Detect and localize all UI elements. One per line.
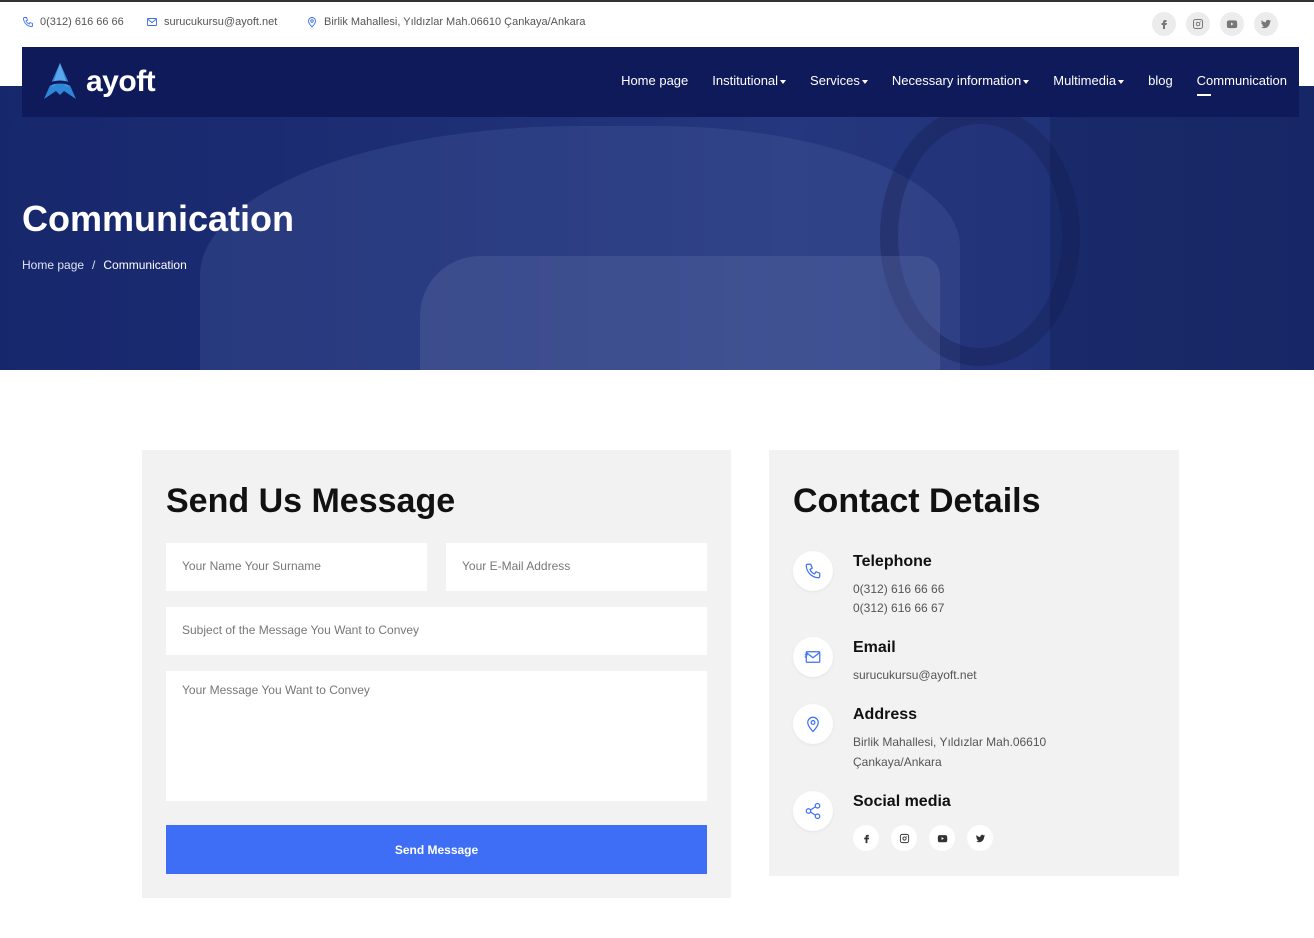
caret-down-icon <box>1118 79 1125 84</box>
topbar-social-links <box>1152 12 1278 36</box>
email-input[interactable]: Your E-Mail Address <box>446 543 707 591</box>
main-navbar: ayoft Home page Institutional Services N… <box>22 47 1299 117</box>
message-textarea-placeholder: Your Message You Want to Convey <box>182 683 370 697</box>
telephone-line-2[interactable]: 0(312) 616 66 67 <box>853 599 944 619</box>
breadcrumb-current: Communication <box>103 258 187 272</box>
email-label: Email <box>853 639 896 656</box>
caret-down-icon <box>780 79 787 84</box>
menu-item-label: Services <box>810 73 860 88</box>
caret-down-icon <box>861 79 868 84</box>
address-line-1: Birlik Mahallesi, Yıldızlar Mah.06610 <box>853 735 1047 749</box>
twitter-icon[interactable] <box>1254 12 1278 36</box>
topbar-phone-text: 0(312) 616 66 66 <box>40 16 124 28</box>
menu-item-label: Home page <box>621 73 689 88</box>
subject-input-placeholder: Subject of the Message You Want to Conve… <box>182 623 420 637</box>
contact-social-links <box>853 825 993 851</box>
location-pin-icon <box>793 704 833 744</box>
menu-item-label: Institutional <box>712 73 779 88</box>
share-icon <box>793 791 833 831</box>
breadcrumb-separator: / <box>92 258 96 272</box>
page-title: Communication <box>22 198 295 239</box>
twitter-icon[interactable] <box>967 825 993 851</box>
phone-icon <box>793 551 833 591</box>
contact-title: Contact Details <box>793 482 1041 520</box>
top-bar: 0(312) 616 66 66 surucukursu@ayoft.net B… <box>0 2 1314 46</box>
topbar-address-text: Birlik Mahallesi, Yıldızlar Mah.06610 Ça… <box>324 16 586 28</box>
main-menu: Home page Institutional Services Necessa… <box>597 73 1287 96</box>
mail-icon <box>793 637 833 677</box>
site-logo[interactable]: ayoft <box>38 61 156 103</box>
telephone-line-1[interactable]: 0(312) 616 66 66 <box>853 580 944 600</box>
menu-item-label: Communication <box>1196 73 1287 88</box>
menu-item-services[interactable]: Services <box>810 73 868 88</box>
logo-text: ayoft <box>86 65 156 98</box>
caret-down-icon <box>1023 79 1030 84</box>
form-title: Send Us Message <box>166 482 456 520</box>
breadcrumb-home-link[interactable]: Home page <box>22 258 84 272</box>
phone-icon <box>23 17 33 27</box>
topbar-email-text: surucukursu@ayoft.net <box>164 16 278 28</box>
send-message-label: Send Message <box>394 842 479 857</box>
subject-input[interactable]: Subject of the Message You Want to Conve… <box>166 607 707 655</box>
topbar-email[interactable]: surucukursu@ayoft.net <box>146 16 277 28</box>
menu-item-necessary-information[interactable]: Necessary information <box>891 73 1030 88</box>
youtube-icon[interactable] <box>1220 12 1244 36</box>
menu-item-label: Necessary information <box>891 73 1022 88</box>
address-label: Address <box>853 706 918 723</box>
topbar-address: Birlik Mahallesi, Yıldızlar Mah.06610 Ça… <box>306 16 585 28</box>
send-message-button[interactable]: Send Message <box>166 825 707 874</box>
address-line-2: Çankaya/Ankara <box>853 755 942 769</box>
breadcrumb: Home page / Communication <box>22 258 187 272</box>
name-input[interactable]: Your Name Your Surname <box>166 543 427 591</box>
email-input-placeholder: Your E-Mail Address <box>462 559 571 573</box>
instagram-icon[interactable] <box>1186 12 1210 36</box>
menu-item-home[interactable]: Home page <box>621 73 688 88</box>
name-input-placeholder: Your Name Your Surname <box>182 559 321 573</box>
location-pin-icon <box>308 17 316 28</box>
facebook-icon[interactable] <box>853 825 879 851</box>
menu-item-blog[interactable]: blog <box>1148 73 1173 88</box>
social-media-label: Social media <box>853 793 951 810</box>
contact-details-card: Contact Details Telephone 0(312) 616 66 … <box>769 450 1179 876</box>
facebook-icon[interactable] <box>1152 12 1176 36</box>
menu-item-communication[interactable]: Communication <box>1196 73 1287 96</box>
topbar-phone[interactable]: 0(312) 616 66 66 <box>22 16 124 28</box>
mail-icon <box>147 18 157 26</box>
page-hero-banner: Communication Home page / Communication <box>0 86 1314 370</box>
menu-item-multimedia[interactable]: Multimedia <box>1053 73 1125 88</box>
telephone-label: Telephone <box>853 553 932 570</box>
message-textarea[interactable]: Your Message You Want to Convey <box>166 671 707 801</box>
instagram-icon[interactable] <box>891 825 917 851</box>
message-form-card: Send Us Message Your Name Your Surname Y… <box>142 450 731 898</box>
youtube-icon[interactable] <box>929 825 955 851</box>
logo-mark-icon <box>43 63 77 99</box>
email-value[interactable]: surucukursu@ayoft.net <box>853 666 977 686</box>
menu-item-label: blog <box>1148 73 1173 88</box>
menu-item-institutional[interactable]: Institutional <box>712 73 787 88</box>
menu-item-label: Multimedia <box>1053 73 1117 88</box>
